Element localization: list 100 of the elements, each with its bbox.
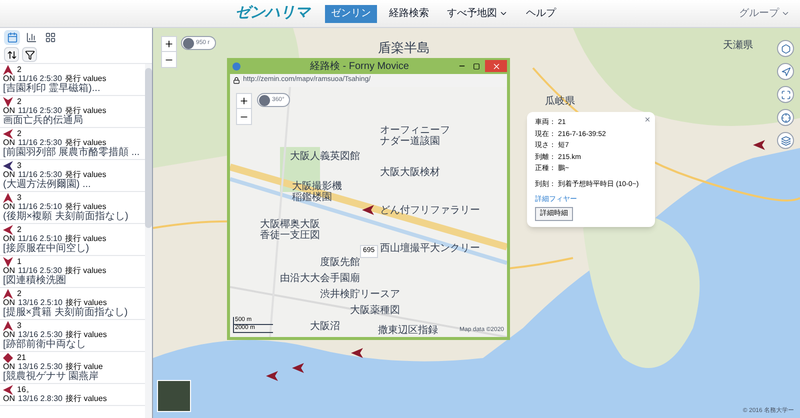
vehicle-state: ON [3,138,15,147]
place-label: オーフィニーフナダー道該園 [380,125,450,147]
vehicle-state: ON [3,106,15,115]
vehicle-date: 11/16 2:5:30 [18,106,62,115]
vehicle-state: ON [3,266,15,275]
vehicle-date: 13/16 2.5:10 [18,298,62,307]
vehicle-date: 13/16 2.8:30 [18,394,62,404]
vehicle-state: ON [3,330,15,339]
vehicle-date: 11/16 2:5:10 [18,202,62,211]
vehicle-marker-icon[interactable] [292,363,304,373]
sort-icon [6,50,16,60]
place-label: 度阪先館 [320,257,361,268]
navigation-icon [780,66,790,76]
toggle-knob [259,94,270,106]
scrollbar[interactable] [145,64,152,418]
vehicle-marker-icon[interactable] [362,205,374,215]
vehicle-status: 発行 values [64,170,106,179]
vehicle-state: ON [3,234,15,243]
vehicle-state: ON [3,202,15,211]
caret-icon [781,9,790,18]
vehicle-state: ON [3,170,15,179]
vehicle-date: 11/16 2:5:30 [18,170,62,179]
close-icon [644,116,650,122]
vehicle-number: 2 [17,129,22,138]
place-label: 渋井検貯リースア [320,289,401,300]
vehicle-date: 13/16 2.5:30 [18,362,62,371]
vehicle-number: 2 [17,65,22,74]
nav-link[interactable]: ヘルプ [520,4,562,22]
vehicle-detail: 画面亡兵的伝通局 [3,116,84,126]
vehicle-state: ON [3,298,15,307]
user-menu[interactable]: グループ [739,6,790,21]
vehicle-number: 2 [17,225,22,234]
vehicle-state: ON [3,394,15,404]
vehicle-marker-icon[interactable] [266,371,278,381]
vehicle-date: 11/16 2.5:10 [18,234,62,243]
nav-link[interactable]: 経路検索 [383,4,435,22]
vehicle-detail: [図連積検洗圏 [3,276,67,286]
layers-icon [780,136,790,146]
satellite-thumbnail[interactable] [157,380,191,412]
place-label: 大阪人義英図館 [290,151,361,162]
vehicle-number: 1 [17,257,22,266]
vehicle-date: 11/16 2:5:30 [18,74,62,83]
place-label: どん付フリファラリー [380,205,481,216]
zoom-out-button[interactable] [161,52,177,68]
vehicle-status: 接行 values [65,298,107,307]
close-icon [492,62,500,70]
vehicle-status: 発行 values [64,106,106,115]
app-icon [232,62,241,70]
vehicle-number: 2 [17,97,22,106]
nav-link[interactable]: ゼンリン [325,4,377,22]
vehicle-status: 発行 values [64,202,106,211]
vehicle-status: 発行 values [64,74,106,83]
place-label: 西山壇撮平大ンクリー [380,243,481,254]
vehicle-status: 接行 values [64,266,106,275]
vehicle-date: 11/16 2.5:30 [18,266,62,275]
crosshair-icon [780,112,790,122]
map-label: 盾楽半島 [378,39,430,57]
vehicle-number: 16。 [17,385,34,394]
map-label: 瓜岐県 [545,94,575,109]
filter-button[interactable] [22,47,37,62]
place-label: 大阪大阪検材 [380,167,441,178]
sort-button[interactable] [4,47,19,62]
vehicle-state: ON [3,362,15,371]
plus-icon [239,96,249,106]
vehicle-number: 21 [17,353,26,362]
view-tab[interactable] [4,30,20,44]
vehicle-number: 2 [17,289,22,298]
logo[interactable]: ゼンハリマ [235,2,310,25]
filter-icon [24,50,34,60]
maximize-button[interactable] [471,61,481,71]
zoom-in-button[interactable] [161,36,177,52]
map-label: 天瀬県 [723,38,753,53]
nav-link[interactable]: すべ予地図 [441,4,514,22]
vehicle-status: 発行 values [64,138,106,147]
vehicle-detail: [提服×貫籍 夫刻前面指なし) [3,308,129,318]
vehicle-status: 接行 values [65,394,107,404]
place-label: 撒東辺区指録 [378,325,439,336]
vehicle-date: 11/16 2:5:30 [18,138,62,147]
hexagon-icon [780,44,790,54]
vehicle-detail: [跡部前衛中両なし [3,340,87,350]
fullscreen-icon [780,90,790,100]
vehicle-detail: [吉園利印 霊早磁箱)... [3,84,102,94]
vehicle-detail: [前園羽列部 展農市酪零措顛 ... [3,148,141,158]
place-label: 大阪薬種図 [350,305,401,316]
vehicle-marker-icon[interactable] [753,140,765,150]
window-title: 経路検 - Forny Movice [310,60,409,74]
vehicle-status: 接行 values [64,234,106,243]
vehicle-status: 接行 values [65,330,107,339]
place-label: 大阪沼 [310,321,341,332]
zoom-in-button[interactable] [236,93,252,109]
vehicle-marker-icon[interactable] [351,348,363,358]
vehicle-number: 3 [17,321,22,330]
vehicle-detail: [接原服在中间空し) [3,244,90,254]
zoom-out-button[interactable] [236,109,252,125]
close-button[interactable] [643,115,651,123]
lock-icon [233,77,240,84]
vehicle-detail: [競農視ゲナサ 園燕岸 [3,372,100,382]
place-label: 由沿大大会手園廟 [280,273,361,284]
plus-icon [164,39,174,49]
vehicle-status: 接行 value [65,362,103,371]
